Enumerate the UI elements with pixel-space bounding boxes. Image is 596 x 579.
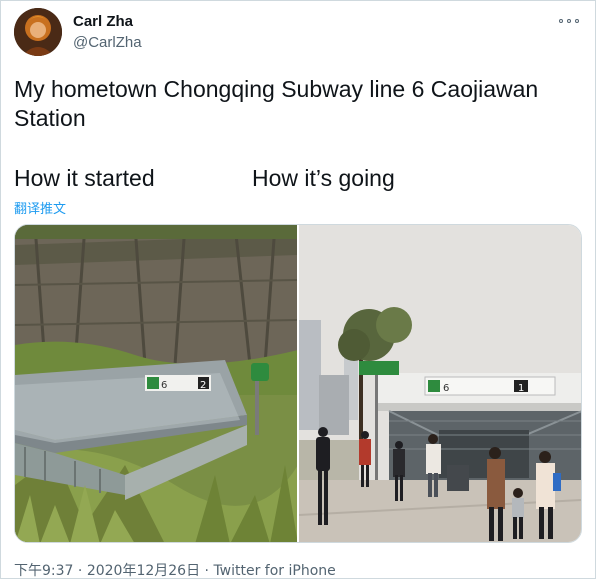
user-handle[interactable]: @CarlZha: [73, 34, 142, 51]
left-sign-exit-number: 2: [200, 380, 206, 391]
caption-how-it-started: How it started: [14, 165, 155, 191]
avatar[interactable]: [14, 8, 62, 56]
tweet-card: Carl Zha @CarlZha My hometown Chongqing …: [0, 0, 596, 579]
right-sign-exit-number: 1: [518, 383, 524, 394]
meta-separator: ·: [77, 563, 83, 579]
tweet-time[interactable]: 下午9:37: [14, 563, 73, 579]
media-grid: 6 2 6 1: [14, 224, 582, 543]
meta-separator: ·: [204, 563, 209, 579]
display-name[interactable]: Carl Zha: [73, 13, 133, 30]
photo-active-station[interactable]: 6 1: [299, 225, 581, 542]
left-sign-line-number: 6: [161, 380, 167, 391]
tweet-metadata: 下午9:37 · 2020年12月26日 · Twitter for iPhon…: [14, 560, 336, 579]
tweet-text: My hometown Chongqing Subway line 6 Caoj…: [14, 76, 539, 131]
photo-abandoned-entrance[interactable]: 6 2: [15, 225, 297, 542]
more-options-icon[interactable]: [559, 13, 579, 29]
tweet-source[interactable]: Twitter for iPhone: [213, 563, 335, 579]
caption-how-its-going: How it’s going: [252, 165, 395, 191]
right-sign-line-number: 6: [443, 383, 449, 394]
tweet-date[interactable]: 2020年12月26日: [87, 563, 200, 579]
avatar-portrait-icon: [14, 8, 62, 56]
translate-tweet-link[interactable]: 翻译推文: [14, 198, 66, 217]
